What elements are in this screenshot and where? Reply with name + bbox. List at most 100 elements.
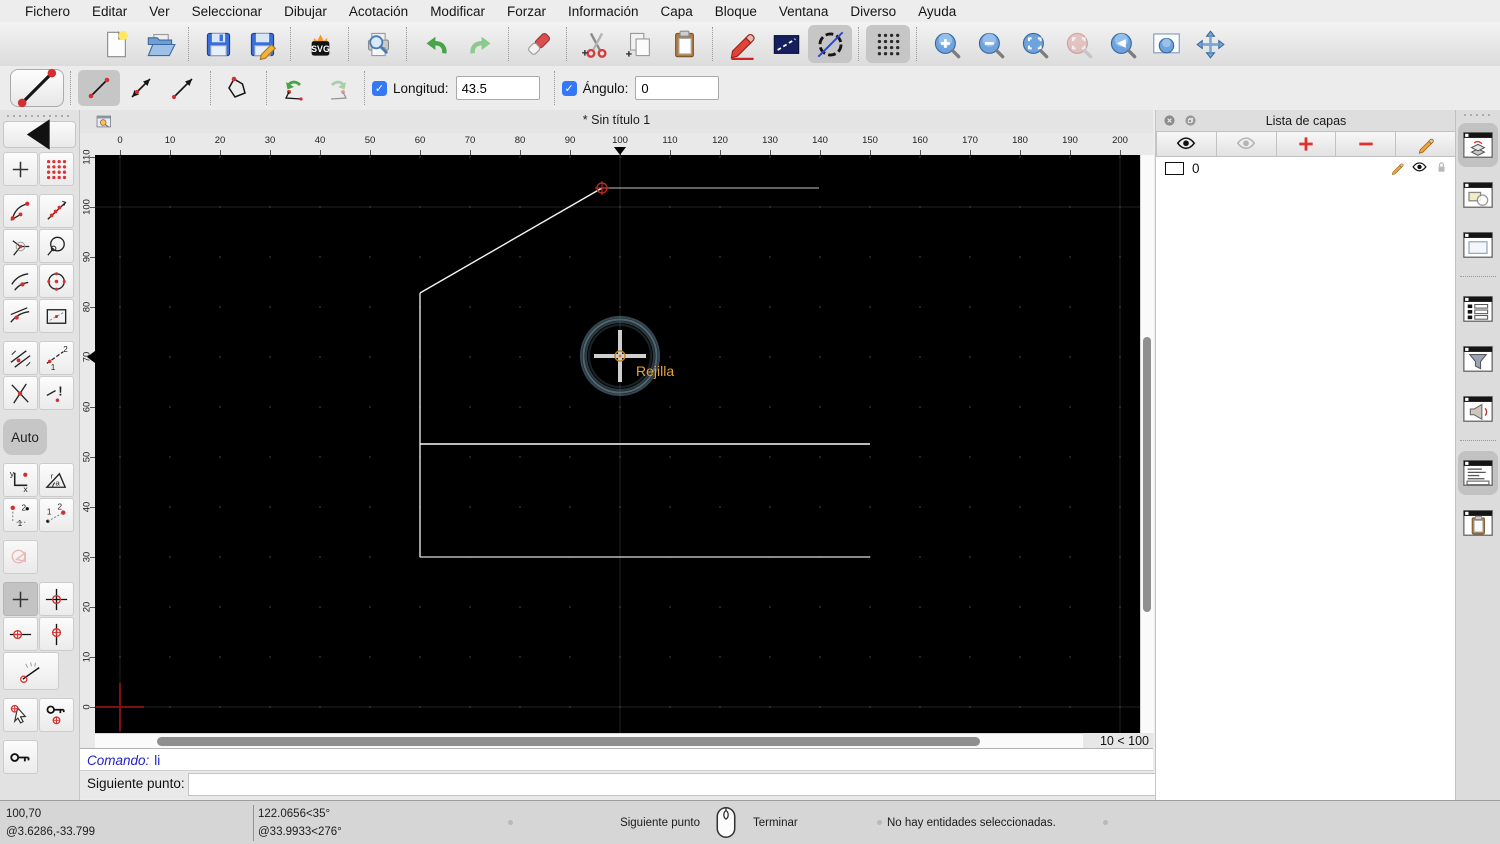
- save-button[interactable]: [196, 25, 240, 63]
- angle-input[interactable]: [635, 76, 720, 100]
- entity-list-widget-button[interactable]: [1458, 287, 1498, 331]
- command-line-widget-button[interactable]: [1458, 451, 1498, 495]
- clipboard-widget-button[interactable]: [1458, 501, 1498, 545]
- zoom-in-button[interactable]: [924, 25, 968, 63]
- lock-relative-h-button[interactable]: [3, 617, 38, 651]
- menu-bloque[interactable]: Bloque: [704, 4, 768, 19]
- snap-parallel-button[interactable]: [3, 341, 38, 375]
- tool-line-button[interactable]: [78, 70, 120, 106]
- menu-capa[interactable]: Capa: [650, 4, 704, 19]
- rel-sequential-button[interactable]: 12: [39, 498, 74, 532]
- print-preview-button[interactable]: [356, 25, 400, 63]
- grid-toggle-button[interactable]: [866, 25, 910, 63]
- snap-center-button[interactable]: [39, 264, 74, 298]
- snap-endpoints-button[interactable]: [3, 194, 38, 228]
- line-attributes-button[interactable]: [764, 25, 808, 63]
- snap-intersection-button[interactable]: [3, 376, 38, 410]
- drawing-canvas[interactable]: Rejilla: [95, 155, 1140, 733]
- new-document-button[interactable]: [94, 25, 138, 63]
- snap-on-entity-button[interactable]: [39, 194, 74, 228]
- zoom-pan-button[interactable]: [1188, 25, 1232, 63]
- length-input[interactable]: [455, 76, 540, 100]
- cut-button[interactable]: [574, 25, 618, 63]
- lock-relative-v-button[interactable]: [39, 617, 74, 651]
- command-input[interactable]: [188, 773, 1210, 796]
- snap-auto-button[interactable]: Auto: [3, 419, 47, 455]
- menu-fichero[interactable]: Fichero: [14, 4, 81, 19]
- svg-export-button[interactable]: SVG: [298, 25, 342, 63]
- segment-redo-button[interactable]: [316, 70, 358, 106]
- rz-plus-button[interactable]: [3, 582, 38, 616]
- restrict-nothing-button[interactable]: !: [39, 376, 74, 410]
- snap-free-button[interactable]: [3, 152, 38, 186]
- edit-layer-button[interactable]: [1396, 131, 1456, 157]
- remove-layer-button[interactable]: [1336, 131, 1397, 157]
- erase-button[interactable]: [516, 25, 560, 63]
- block-list-widget-button[interactable]: [1458, 173, 1498, 217]
- menu-acotacion[interactable]: Acotación: [338, 4, 419, 19]
- menu-ver[interactable]: Ver: [138, 4, 180, 19]
- snap-center-arc-icon: [12, 239, 30, 256]
- segment-undo-button[interactable]: [274, 70, 316, 106]
- tool-line-2arrow-button[interactable]: [120, 70, 162, 106]
- zoom-selected-button[interactable]: [1056, 25, 1100, 63]
- paste-button[interactable]: [662, 25, 706, 63]
- layer-list-widget-button[interactable]: [1458, 123, 1498, 167]
- snap-center-arc-button[interactable]: [3, 229, 38, 263]
- library-browser-widget-button[interactable]: [1458, 223, 1498, 267]
- zoom-previous-button[interactable]: [1100, 25, 1144, 63]
- collapse-palette-button[interactable]: [3, 119, 76, 150]
- layer-edit-button[interactable]: [1389, 159, 1406, 179]
- coord-polar-button[interactable]: ar: [39, 463, 74, 497]
- snap-grid-button[interactable]: [39, 152, 74, 186]
- rel-corner-button[interactable]: 12: [3, 498, 38, 532]
- key-plain-button[interactable]: [3, 740, 38, 774]
- layer-swatch[interactable]: [1165, 162, 1184, 175]
- polyline-closed-button[interactable]: [3, 540, 38, 574]
- menu-forzar[interactable]: Forzar: [496, 4, 557, 19]
- attributes-pen-button[interactable]: [720, 25, 764, 63]
- add-layer-button[interactable]: [1276, 131, 1337, 157]
- snap-tangent-button[interactable]: [3, 299, 38, 333]
- show-all-layers-button[interactable]: [1156, 131, 1217, 157]
- menu-modificar[interactable]: Modificar: [419, 4, 496, 19]
- entity-filter-widget-button[interactable]: [1458, 337, 1498, 381]
- open-file-button[interactable]: [138, 25, 182, 63]
- zoom-out-button[interactable]: [968, 25, 1012, 63]
- vertical-scrollbar-thumb[interactable]: [1143, 337, 1151, 612]
- menu-dibujar[interactable]: Dibujar: [273, 4, 338, 19]
- length-checkbox[interactable]: [372, 80, 387, 96]
- snap-distance-button[interactable]: [3, 264, 38, 298]
- menu-ventana[interactable]: Ventana: [768, 4, 840, 19]
- undo-button[interactable]: [414, 25, 458, 63]
- layer-lock-button[interactable]: [1433, 159, 1450, 179]
- menu-informacion[interactable]: Información: [557, 4, 650, 19]
- zoom-window-button[interactable]: [1144, 25, 1188, 63]
- snap-middle-button[interactable]: [39, 229, 74, 263]
- entity-attributes-button[interactable]: [808, 25, 852, 63]
- menu-seleccionar[interactable]: Seleccionar: [181, 4, 274, 19]
- coord-cartesian-button[interactable]: yx: [3, 463, 38, 497]
- dock-drag-handle[interactable]: [1462, 113, 1494, 117]
- select-cursor-button[interactable]: [3, 698, 38, 732]
- horizontal-scrollbar-thumb[interactable]: [157, 737, 980, 746]
- menu-editar[interactable]: Editar: [81, 4, 138, 19]
- save-as-button[interactable]: [240, 25, 284, 63]
- snap-restrict-button[interactable]: [39, 299, 74, 333]
- notification-widget-button[interactable]: [1458, 387, 1498, 431]
- zoom-auto-button[interactable]: [1012, 25, 1056, 63]
- tool-polyline-button[interactable]: [218, 70, 260, 106]
- angle-checkbox[interactable]: [561, 80, 577, 96]
- protractor-button[interactable]: [3, 652, 59, 690]
- redo-button[interactable]: [458, 25, 502, 63]
- lock-key-button[interactable]: [39, 698, 74, 732]
- tool-line-arrow-button[interactable]: [162, 70, 204, 106]
- snap-distance-manual-button[interactable]: 12: [39, 341, 74, 375]
- menu-diverso[interactable]: Diverso: [839, 4, 907, 19]
- layer-row[interactable]: 0: [1156, 157, 1456, 180]
- hide-all-layers-button[interactable]: [1216, 131, 1277, 157]
- layer-visibility-button[interactable]: [1411, 159, 1428, 179]
- menu-ayuda[interactable]: Ayuda: [907, 4, 967, 19]
- set-relative-zero-button[interactable]: [39, 582, 74, 616]
- copy-button[interactable]: [618, 25, 662, 63]
